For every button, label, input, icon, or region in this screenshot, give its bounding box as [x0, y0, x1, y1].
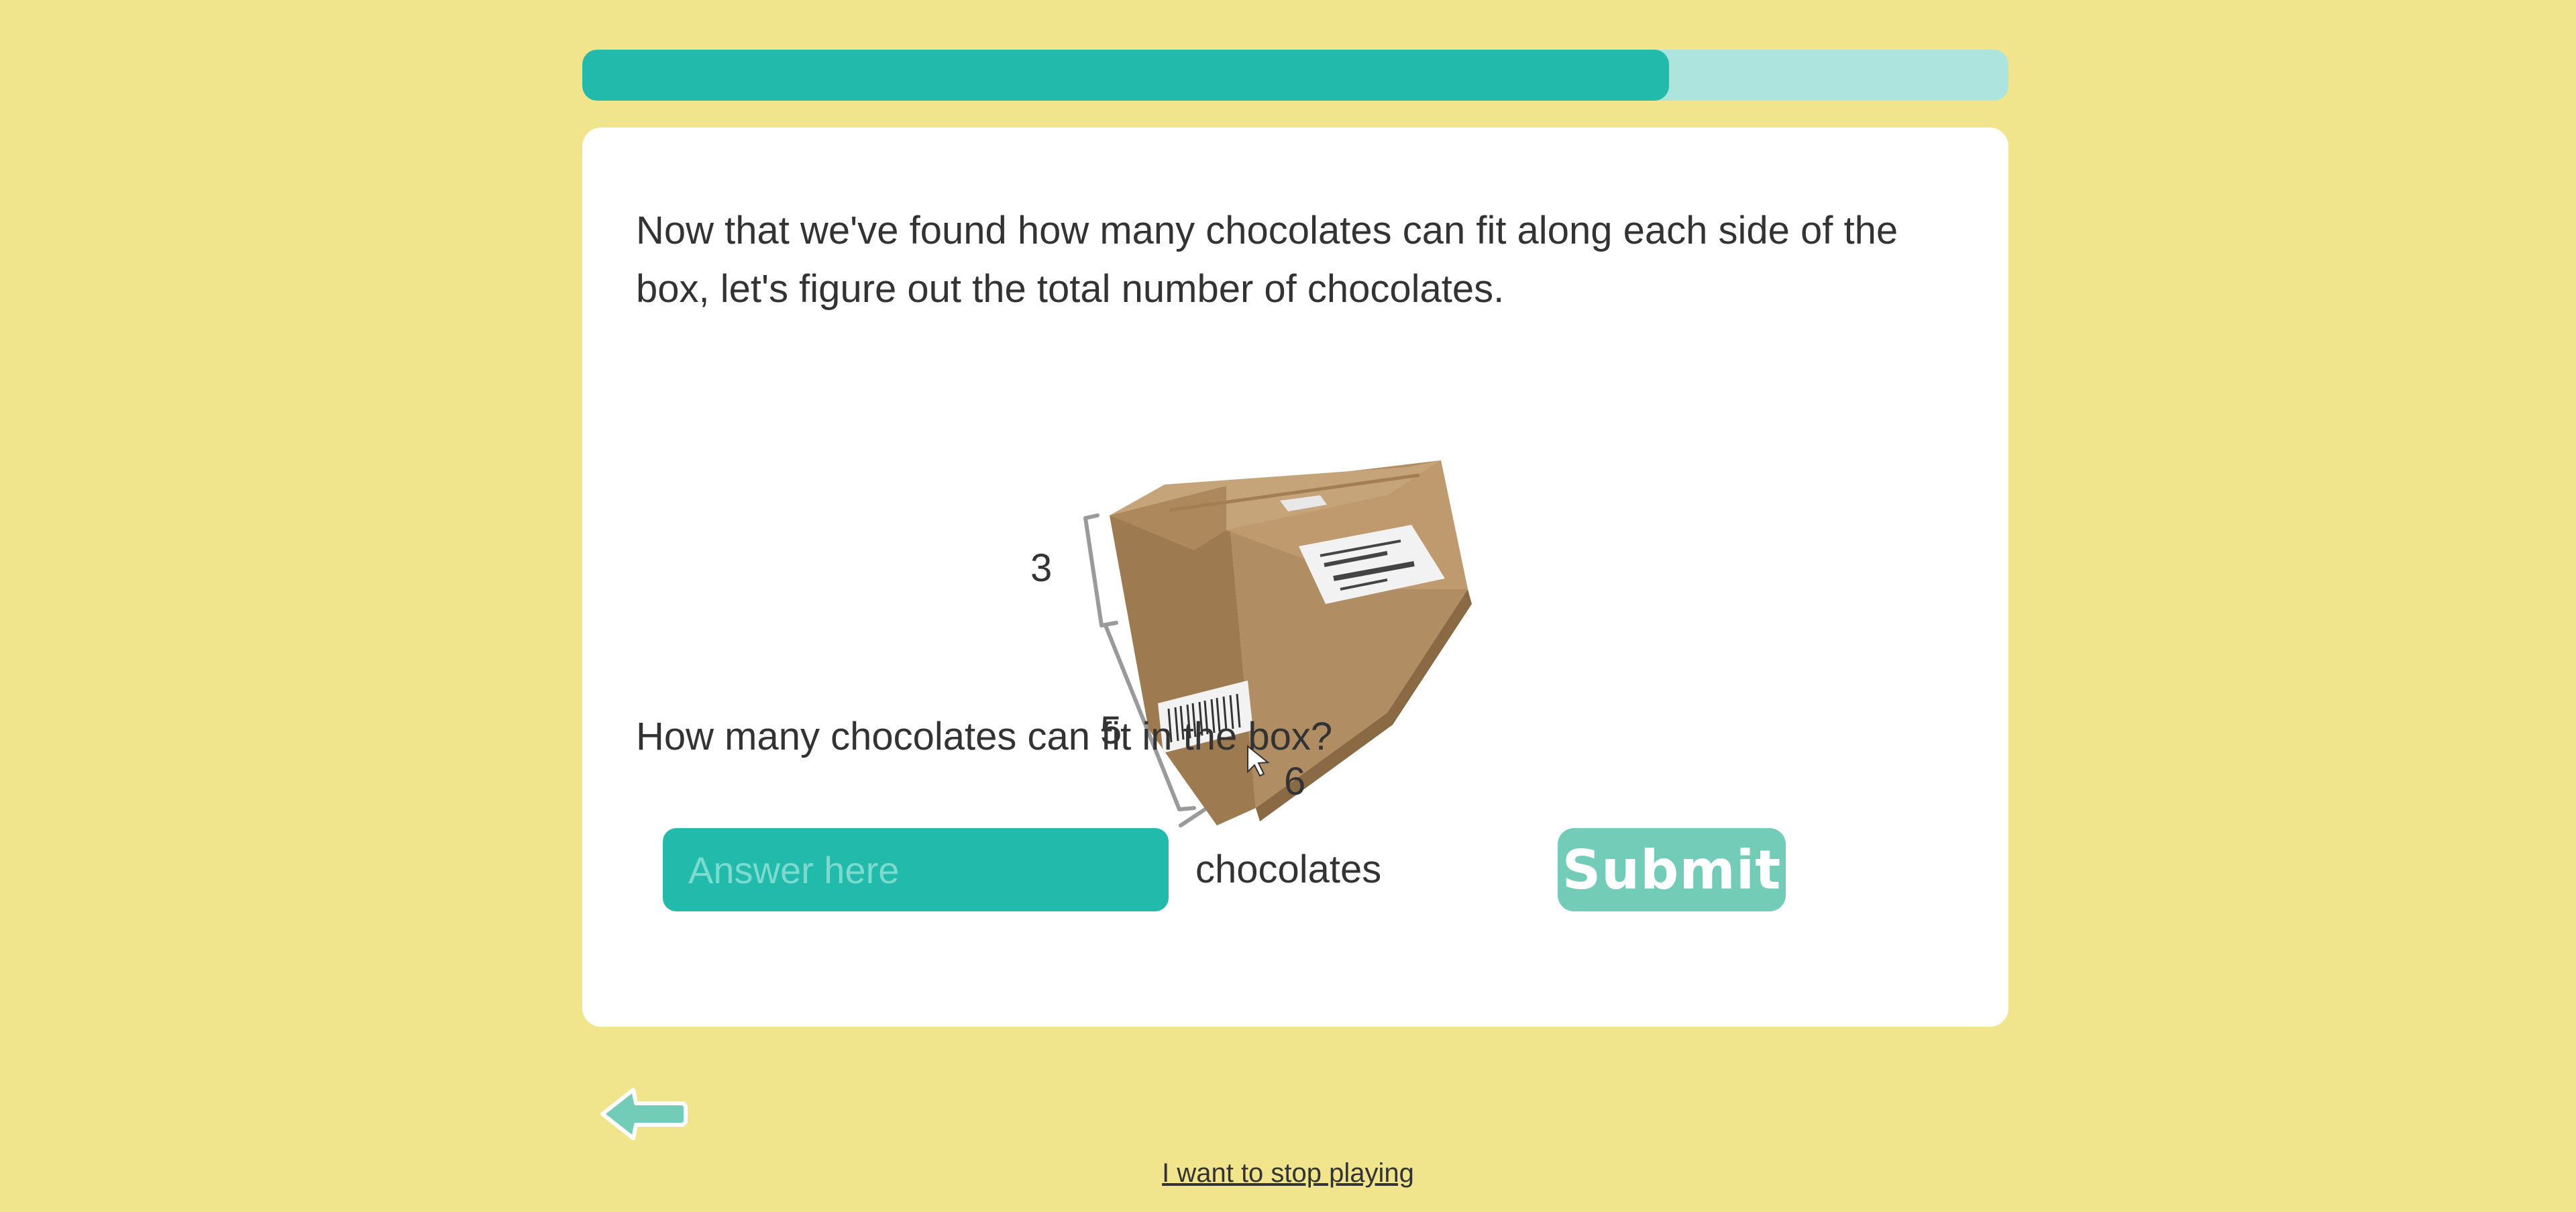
answer-input[interactable]	[663, 828, 1169, 911]
height-label: 3	[1030, 546, 1052, 590]
intro-text: Now that we've found how many chocolates…	[636, 209, 1898, 311]
progress-bar-fill	[582, 50, 1669, 101]
box-figure: 3 5 6	[1030, 460, 1472, 827]
width-label: 6	[1284, 760, 1305, 803]
question-text: How many chocolates can fit in the box?	[636, 715, 1333, 758]
unit-label: chocolates	[1195, 848, 1382, 891]
stop-playing-link-wrapper: I want to stop playing	[0, 1154, 2576, 1192]
height-dimension-line	[1083, 513, 1118, 627]
progress-bar	[582, 50, 2008, 101]
lesson-card: Now that we've found how many chocolates…	[582, 128, 2008, 1027]
arrow-left-icon	[600, 1088, 688, 1140]
back-button[interactable]	[598, 1083, 692, 1145]
stop-playing-link[interactable]: I want to stop playing	[1162, 1158, 1414, 1188]
submit-button[interactable]: Submit	[1558, 828, 1786, 911]
